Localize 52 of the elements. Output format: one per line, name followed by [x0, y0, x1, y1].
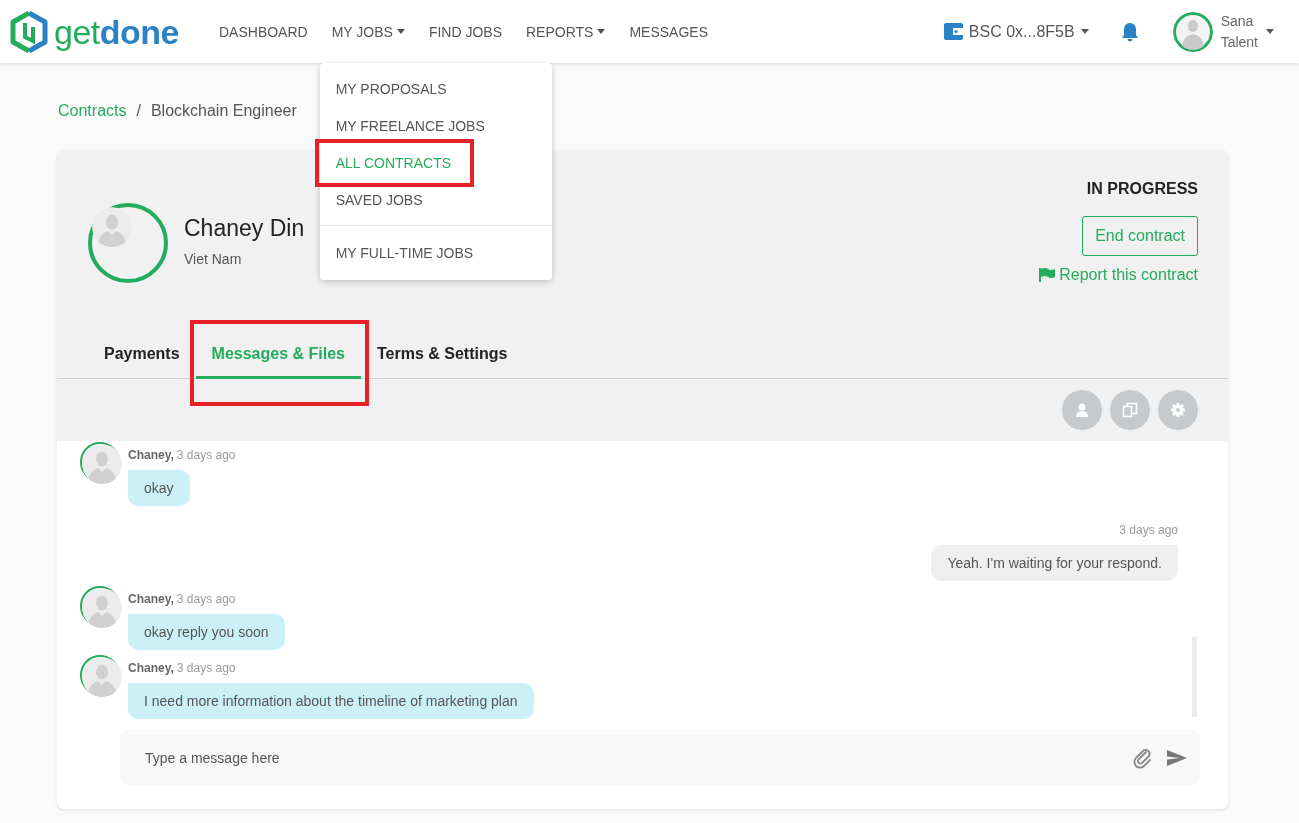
nav-link[interactable]: REPORTS	[526, 23, 606, 40]
message-author: Chaney,	[128, 661, 174, 675]
paperclip-icon[interactable]	[1132, 746, 1154, 769]
message-bubble: okay	[128, 470, 190, 506]
contact-name: Chaney Din	[184, 215, 305, 242]
caret-icon[interactable]	[1266, 29, 1274, 34]
message-time: 3 days ago	[1119, 523, 1178, 537]
copy-button[interactable]	[1110, 390, 1150, 430]
breadcrumb-current: Blockchain Engineer	[150, 102, 297, 120]
user-name[interactable]: Sana	[1220, 10, 1258, 32]
message-time: 3 days ago	[176, 448, 236, 462]
message-author: Chaney,	[128, 592, 174, 606]
nav-link[interactable]: FIND JOBS	[428, 23, 502, 40]
breadcrumb-separator: /	[136, 102, 141, 120]
user-avatar[interactable]	[1172, 11, 1213, 52]
person-icon	[1074, 402, 1090, 418]
message-composer[interactable]: Type a message here	[120, 730, 1200, 785]
message-input[interactable]: Type a message here	[143, 748, 1120, 767]
contract-status: IN PROGRESS	[1086, 180, 1198, 199]
caret-icon	[396, 29, 405, 34]
contact-country: Viet Nam	[184, 251, 243, 267]
notification-bell-icon[interactable]	[1120, 21, 1139, 42]
menu-item[interactable]: MY FULL-TIME JOBS	[319, 241, 552, 265]
logo-wordmark[interactable]: getdone	[54, 14, 179, 49]
user-role[interactable]: Talent	[1220, 31, 1258, 53]
sender-avatar	[82, 657, 122, 697]
nav-link[interactable]: MY JOBS	[331, 23, 405, 40]
person-button[interactable]	[1062, 390, 1102, 430]
caret-icon	[1080, 29, 1089, 34]
wallet-selector[interactable]: BSC 0x...8F5B	[943, 22, 1089, 41]
message-bubble: I need more information about the timeline of marketing plan	[128, 683, 534, 719]
settings-icon	[1170, 402, 1186, 418]
menu-item[interactable]: MY PROPOSALS	[319, 77, 552, 101]
caret-icon	[597, 29, 606, 34]
message-time: 3 days ago	[176, 592, 236, 606]
menu-item[interactable]: SAVED JOBS	[319, 188, 552, 212]
message-bubble: Yeah. I'm waiting for your respond.	[931, 545, 1178, 581]
menu-item[interactable]: MY FREELANCE JOBS	[319, 114, 552, 138]
settings-button[interactable]	[1158, 390, 1198, 430]
wallet-icon	[943, 23, 963, 40]
copy-icon	[1122, 402, 1138, 418]
sender-avatar	[82, 588, 122, 628]
tab[interactable]: Payments	[88, 332, 196, 379]
message-author: Chaney,	[128, 448, 174, 462]
nav-link[interactable]: DASHBOARD	[219, 23, 308, 40]
sender-avatar	[82, 444, 122, 484]
flag-icon	[1039, 268, 1056, 282]
message-bubble: okay reply you soon	[128, 614, 285, 650]
message-time: 3 days ago	[176, 661, 236, 675]
tab[interactable]: Terms & Settings	[361, 332, 524, 379]
nav-link[interactable]: MESSAGES	[629, 23, 709, 40]
logo-icon	[10, 10, 48, 53]
